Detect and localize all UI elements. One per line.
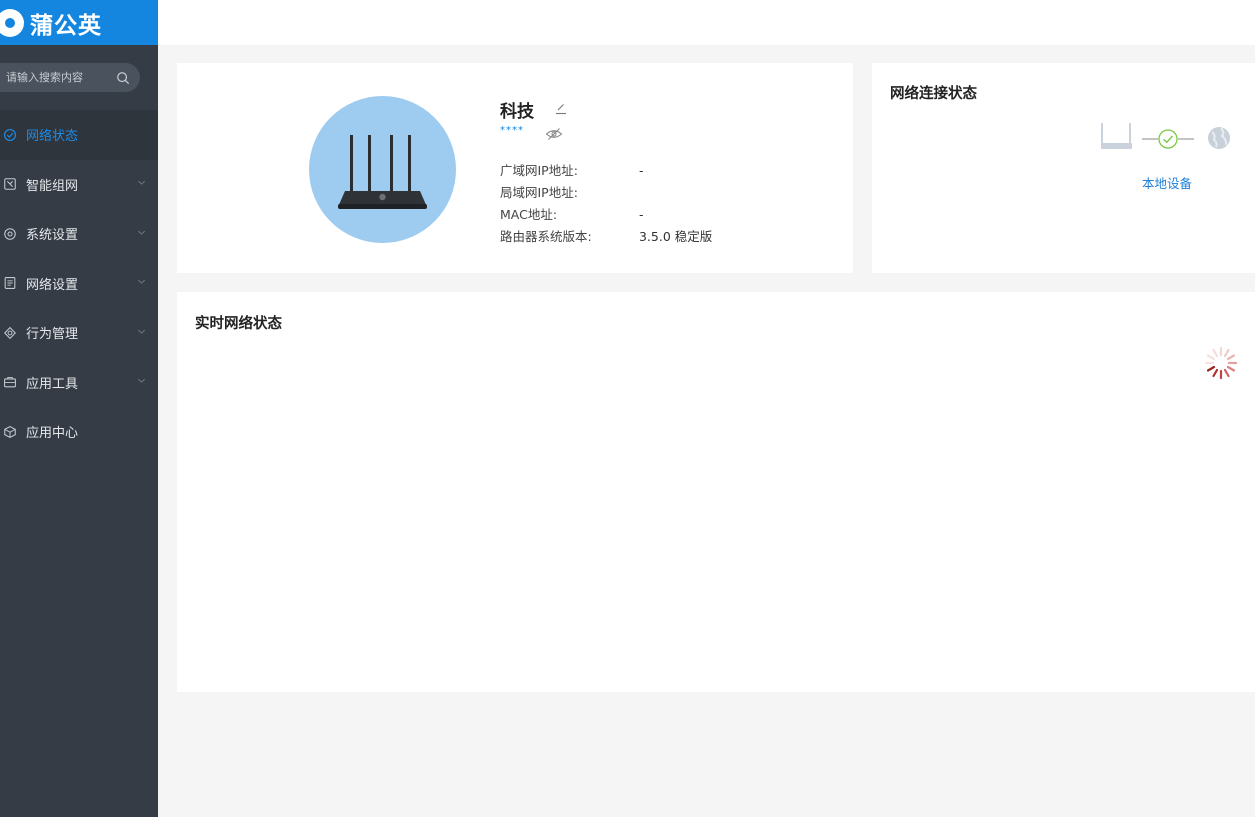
chevron-down-icon (138, 181, 145, 186)
sidebar: 蒲公英 网络状态 (0, 0, 158, 817)
settings-icon (4, 227, 16, 240)
behavior-icon (4, 326, 16, 339)
router-image (309, 96, 456, 243)
toolbox-icon (4, 377, 16, 388)
info-value: 3.5.0 稳定版 (638, 229, 713, 244)
search-input[interactable] (6, 71, 102, 84)
loading-spinner-icon (1204, 346, 1238, 380)
info-label: 广域网IP地址: (500, 163, 578, 178)
eye-hidden-icon[interactable] (545, 127, 563, 141)
top-bar (158, 0, 1255, 45)
device-name: 科技 (500, 102, 534, 122)
connection-diagram (1101, 123, 1230, 149)
search-box (0, 63, 140, 92)
realtime-status-card: 实时网络状态 (177, 292, 1255, 692)
realtime-title: 实时网络状态 (195, 316, 282, 332)
info-row-lan-ip: 局域网IP地址: (500, 182, 635, 201)
info-label: MAC地址: (500, 207, 558, 222)
sidebar-item-label: 行为管理 (26, 327, 79, 343)
cube-icon (4, 425, 16, 438)
info-value: - (638, 163, 644, 178)
chevron-down-icon (138, 230, 145, 235)
sidebar-item-label: 应用工具 (26, 376, 79, 392)
local-device-link[interactable]: 本地设备 (1142, 173, 1192, 192)
sidebar-item-label: 智能组网 (26, 178, 79, 194)
connection-title: 网络连接状态 (890, 86, 977, 102)
router-icon (338, 135, 427, 209)
brand-name: 蒲公英 (30, 12, 102, 39)
sidebar-item-system-settings[interactable]: 系统设置 (0, 209, 158, 259)
sidebar-item-label: 网络设置 (26, 277, 79, 293)
sidebar-menu: 网络状态 智能组网 系统设置 网络设置 行为管理 应用工具 应用中心 (0, 110, 158, 457)
sidebar-item-label: 网络状态 (26, 129, 79, 145)
search-area (0, 45, 158, 110)
app-root: 蒲公英 网络状态 (0, 0, 1255, 817)
sidebar-item-label: 应用中心 (26, 426, 79, 442)
chevron-down-icon (138, 379, 145, 384)
device-info-card: 科技 **** 广域网IP地址: - 局域网IP地址: MAC地址: - 路由器… (177, 63, 853, 273)
network-status-icon (4, 128, 16, 141)
smart-network-icon (4, 178, 16, 191)
brand-logo[interactable]: 蒲公英 (0, 0, 158, 45)
connected-check-icon (1158, 129, 1178, 149)
password-mask: **** (500, 125, 524, 136)
connection-status-card: 网络连接状态 本地设备 (872, 63, 1255, 273)
info-row-wan-ip: 广域网IP地址: - (500, 160, 644, 179)
info-value: - (638, 207, 644, 222)
sidebar-item-network-status[interactable]: 网络状态 (0, 110, 158, 160)
info-row-mac: MAC地址: - (500, 204, 644, 223)
chevron-down-icon (138, 280, 145, 285)
search-icon[interactable] (116, 71, 130, 85)
info-label: 路由器系统版本: (500, 229, 592, 244)
edit-icon[interactable] (554, 101, 568, 115)
sidebar-item-smart-network[interactable]: 智能组网 (0, 160, 158, 210)
local-device-icon (1101, 123, 1132, 149)
sidebar-item-label: 系统设置 (26, 228, 79, 244)
sidebar-item-behavior-management[interactable]: 行为管理 (0, 308, 158, 358)
document-icon (4, 277, 16, 290)
info-row-firmware: 路由器系统版本: 3.5.0 稳定版 (500, 226, 712, 245)
dandelion-logo-icon (0, 8, 24, 37)
sidebar-item-app-tools[interactable]: 应用工具 (0, 358, 158, 408)
info-label: 局域网IP地址: (500, 185, 578, 200)
chevron-down-icon (138, 329, 145, 334)
globe-icon (1208, 127, 1230, 149)
sidebar-item-app-center[interactable]: 应用中心 (0, 407, 158, 457)
sidebar-item-network-settings[interactable]: 网络设置 (0, 259, 158, 309)
